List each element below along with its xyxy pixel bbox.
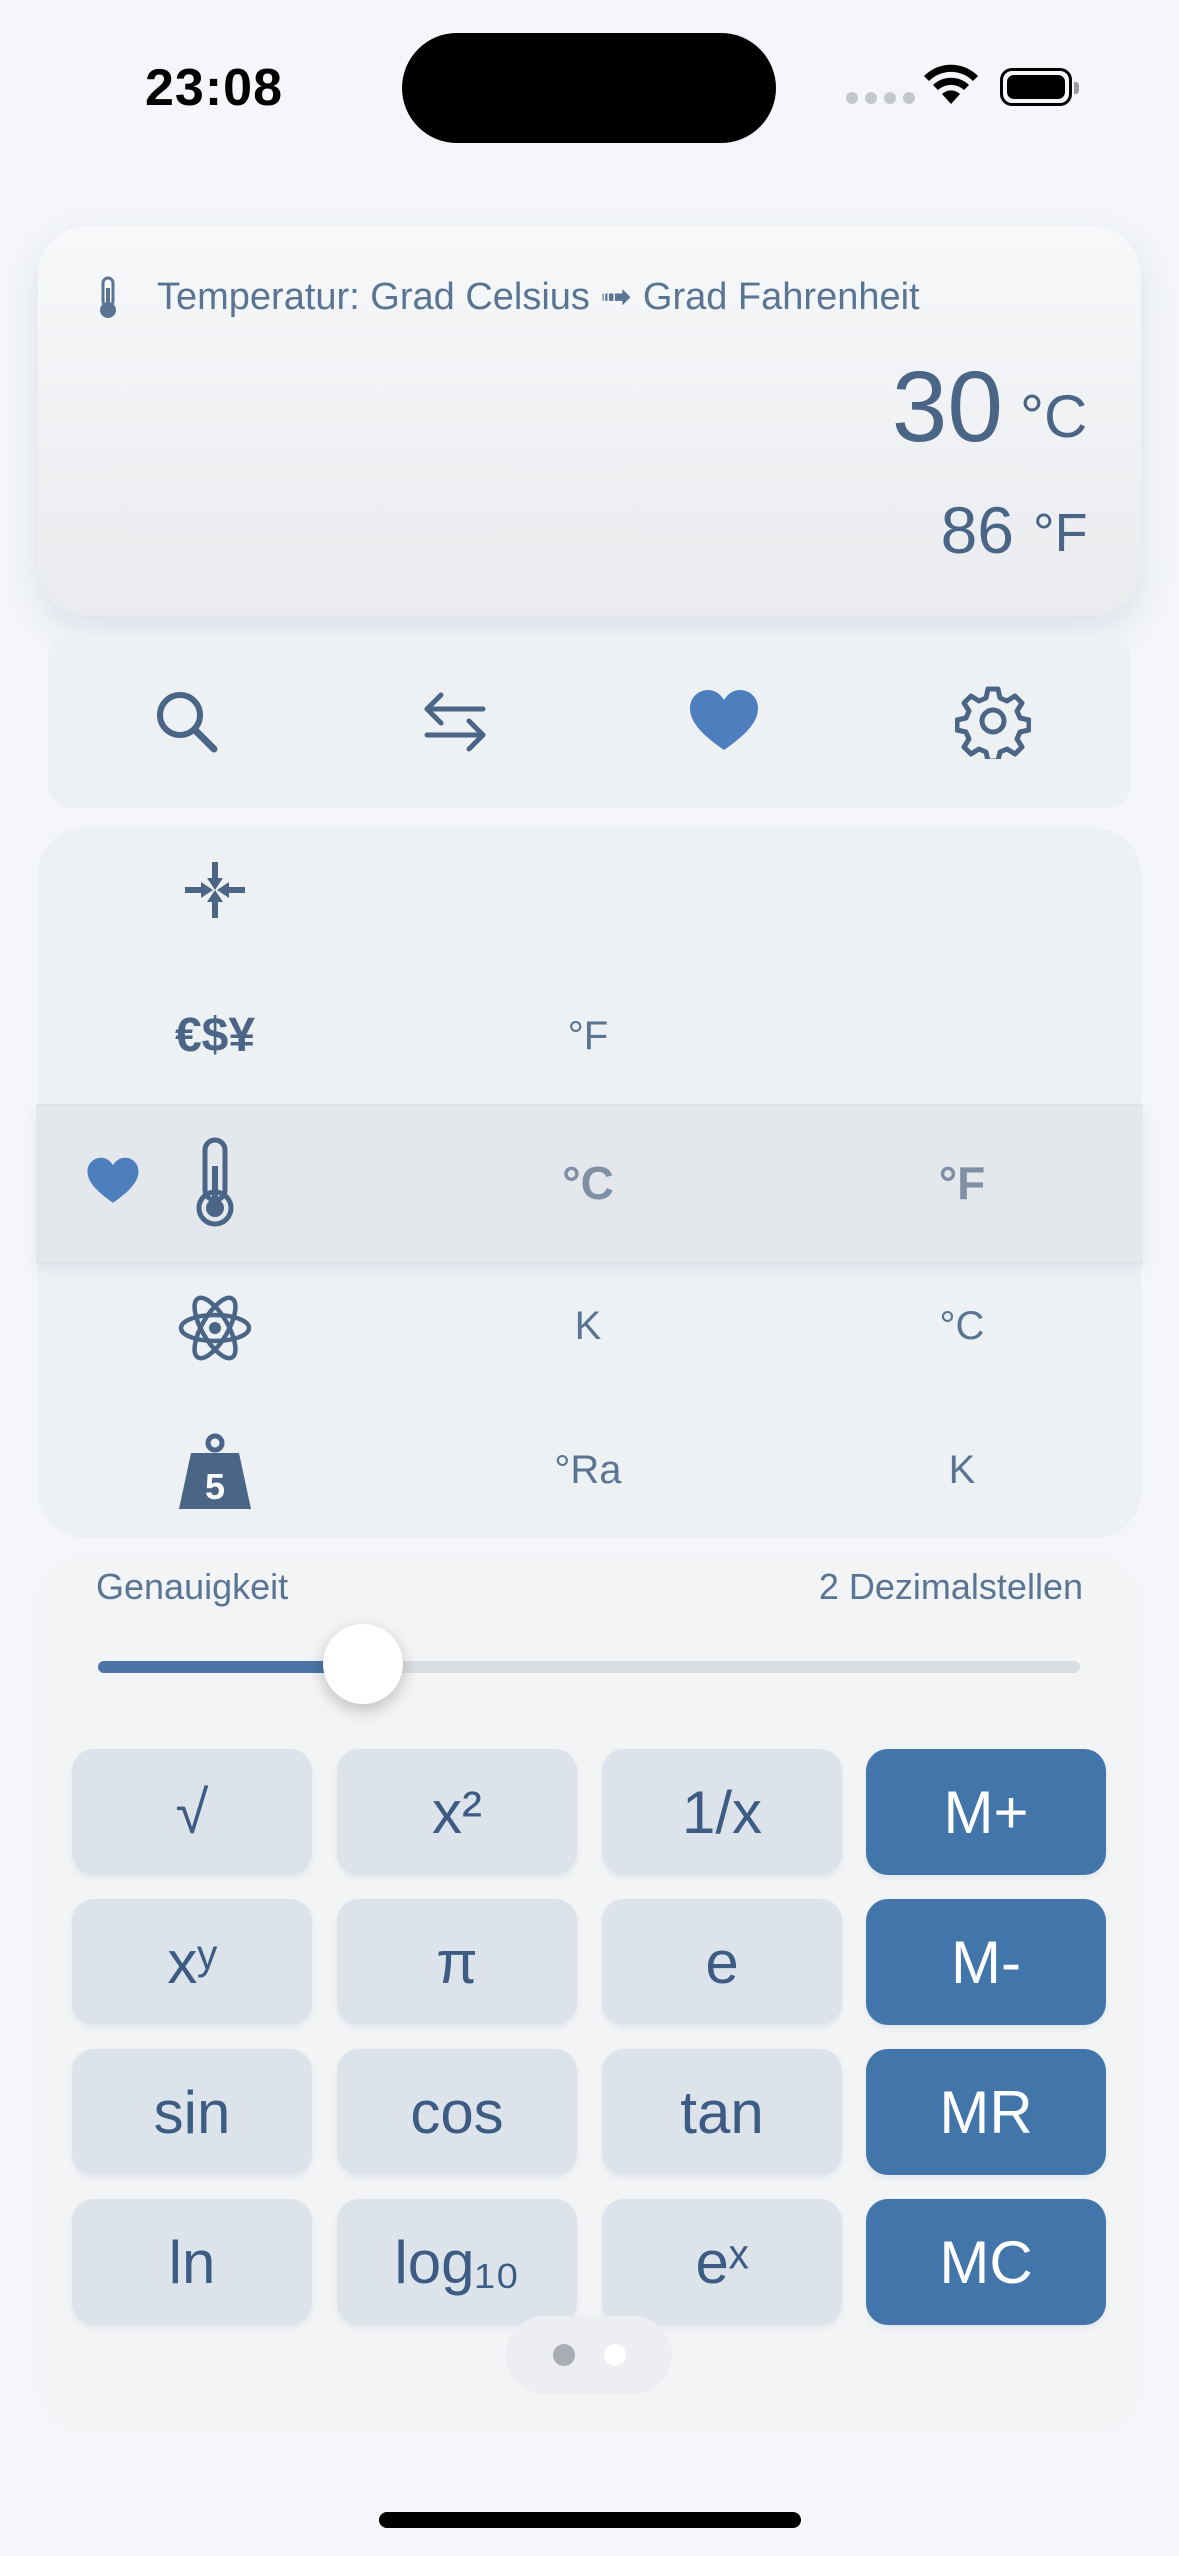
memory-subtract-key[interactable]: M-	[866, 1899, 1106, 2025]
picker-to-unit-selected[interactable]: °F	[812, 1156, 1112, 1210]
pi-key[interactable]: π	[337, 1899, 577, 2025]
gear-icon	[955, 686, 1031, 759]
page-dot-active[interactable]	[604, 2344, 626, 2366]
ln-key[interactable]: ln	[72, 2199, 312, 2325]
input-unit: °C	[1020, 383, 1088, 450]
input-value: 30	[891, 351, 1003, 463]
picker-to-unit[interactable]: °C	[812, 1304, 1112, 1349]
precision-slider-thumb[interactable]	[323, 1624, 403, 1704]
memory-clear-key[interactable]: MC	[866, 2199, 1106, 2325]
cellular-signal-icon	[846, 92, 915, 104]
favorite-heart-icon	[86, 1156, 140, 1211]
home-indicator[interactable]	[379, 2512, 801, 2528]
page-indicator[interactable]	[506, 2316, 672, 2394]
sin-key[interactable]: sin	[72, 2049, 312, 2175]
picker-to-unit[interactable]: K	[812, 1448, 1112, 1493]
picker-from-unit-selected[interactable]: °C	[438, 1156, 738, 1210]
power-key[interactable]: xʸ	[72, 1899, 312, 2025]
sqrt-key[interactable]: √	[72, 1749, 312, 1875]
exp-key[interactable]: eˣ	[602, 2199, 842, 2325]
currency-icon[interactable]: €$¥	[155, 1000, 275, 1070]
output-value: 86	[940, 493, 1014, 567]
status-time: 23:08	[145, 59, 283, 117]
page-dot[interactable]	[553, 2344, 575, 2366]
atom-icon[interactable]	[155, 1288, 275, 1368]
precision-value: 2 Dezimalstellen	[818, 1566, 1083, 1607]
dynamic-island	[402, 33, 776, 143]
square-key[interactable]: x²	[337, 1749, 577, 1875]
memory-add-key[interactable]: M+	[866, 1749, 1106, 1875]
swap-units-button[interactable]	[410, 676, 500, 766]
weight-icon-number: 5	[205, 1466, 225, 1507]
memory-recall-key[interactable]: MR	[866, 2049, 1106, 2175]
search-icon	[157, 692, 218, 753]
picker-from-unit[interactable]: °F	[438, 1014, 738, 1059]
precision-label: Genauigkeit	[96, 1566, 289, 1607]
picker-from-unit[interactable]: °Ra	[438, 1448, 738, 1493]
tan-key[interactable]: tan	[602, 2049, 842, 2175]
battery-icon	[1000, 68, 1079, 106]
thermometer-icon[interactable]	[155, 1136, 275, 1228]
search-button[interactable]	[141, 676, 231, 766]
weight-icon[interactable]: 5	[155, 1432, 275, 1512]
thermometer-icon	[95, 276, 121, 325]
favorite-button[interactable]	[679, 676, 769, 766]
output-unit: °F	[1033, 503, 1088, 563]
heart-icon	[690, 690, 758, 750]
compress-arrows-icon[interactable]	[155, 855, 275, 925]
conversion-title: Temperatur: Grad Celsius ➟ Grad Fahrenhe…	[157, 276, 920, 318]
reciprocal-key[interactable]: 1/x	[602, 1749, 842, 1875]
log10-key[interactable]: log₁₀	[337, 2199, 577, 2325]
cos-key[interactable]: cos	[337, 2049, 577, 2175]
picker-from-unit[interactable]: K	[438, 1304, 738, 1349]
euler-key[interactable]: e	[602, 1899, 842, 2025]
settings-button[interactable]	[948, 676, 1038, 766]
wifi-icon	[922, 62, 980, 111]
swap-icon	[424, 692, 486, 752]
